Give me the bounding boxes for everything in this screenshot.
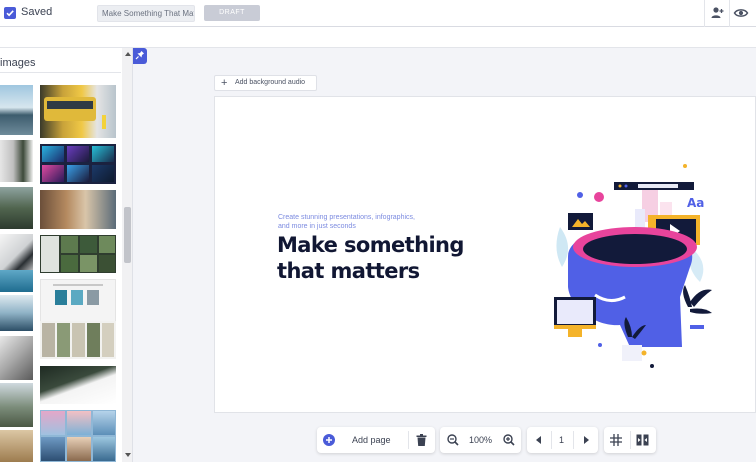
- page-controls-group: Add page: [317, 427, 435, 453]
- pin-icon: [135, 51, 144, 60]
- scroll-up-arrow-icon[interactable]: [125, 52, 131, 56]
- slide-title[interactable]: Make something that matters: [277, 232, 507, 284]
- zoom-out-icon[interactable]: [447, 434, 459, 446]
- toolbar-divider: [729, 0, 730, 27]
- image-thumbnail[interactable]: [40, 85, 116, 138]
- secondary-toolbar: [0, 27, 756, 48]
- image-thumbnail[interactable]: [0, 383, 33, 427]
- panel-divider: [0, 72, 121, 73]
- pin-panel-tab[interactable]: [133, 48, 147, 64]
- toolbar-divider: [704, 0, 705, 27]
- add-background-audio-button[interactable]: + Add background audio: [214, 75, 317, 91]
- image-thumbnail[interactable]: [40, 279, 116, 324]
- saved-check-icon: [4, 7, 16, 19]
- saved-status: Saved: [21, 6, 53, 18]
- toolbar-divider: [573, 431, 574, 449]
- image-thumbnail[interactable]: [40, 144, 116, 184]
- grid-icon[interactable]: [610, 434, 622, 446]
- image-thumbnail[interactable]: [40, 190, 116, 229]
- add-page-button[interactable]: Add page: [352, 427, 391, 453]
- presentation-title-input[interactable]: Make Something That Matt: [97, 5, 195, 22]
- image-thumbnail[interactable]: [40, 410, 116, 462]
- next-page-icon[interactable]: [582, 436, 590, 444]
- zoom-level: 100%: [469, 435, 493, 445]
- slide-canvas[interactable]: Create stunning presentations, infograph…: [214, 96, 756, 413]
- view-controls-group: [604, 427, 656, 453]
- image-thumbnail[interactable]: [0, 336, 33, 380]
- scrollbar-thumb[interactable]: [124, 207, 131, 263]
- image-thumbnail[interactable]: [40, 235, 116, 273]
- zoom-controls-group: 100%: [440, 427, 521, 453]
- image-thumbnail[interactable]: [0, 85, 33, 135]
- image-thumbnail[interactable]: [0, 187, 33, 229]
- top-bar: Saved Make Something That Matt DRAFT: [0, 0, 756, 27]
- page-navigation-group: 1: [527, 427, 598, 453]
- image-thumbnail[interactable]: [0, 140, 33, 182]
- toolbar-divider: [630, 431, 631, 449]
- preview-eye-icon[interactable]: [733, 5, 749, 21]
- split-view-icon[interactable]: [636, 434, 649, 446]
- panel-title: images: [0, 57, 36, 69]
- toolbar-divider: [551, 431, 552, 449]
- draft-button[interactable]: DRAFT: [204, 5, 260, 21]
- scroll-down-arrow-icon[interactable]: [125, 453, 131, 457]
- image-thumbnail[interactable]: [0, 430, 33, 462]
- slide-subtitle[interactable]: Create stunning presentations, infograph…: [278, 213, 418, 231]
- image-thumbnail[interactable]: [40, 366, 116, 404]
- plus-icon: +: [221, 77, 228, 89]
- add-collaborator-icon[interactable]: [709, 5, 725, 21]
- trash-icon[interactable]: [416, 434, 427, 446]
- slide-illustration[interactable]: Aa: [540, 157, 720, 382]
- images-panel: images: [0, 48, 133, 462]
- page-number[interactable]: 1: [559, 427, 564, 453]
- image-thumbnail[interactable]: [0, 295, 33, 331]
- audio-button-label: Add background audio: [235, 79, 306, 86]
- toolbar-divider: [408, 431, 409, 449]
- prev-page-icon[interactable]: [535, 436, 543, 444]
- image-thumbnail[interactable]: [40, 321, 116, 359]
- zoom-in-icon[interactable]: [503, 434, 515, 446]
- image-thumbnail[interactable]: [0, 270, 33, 292]
- add-page-icon[interactable]: [323, 434, 335, 446]
- aa-badge: Aa: [687, 196, 704, 210]
